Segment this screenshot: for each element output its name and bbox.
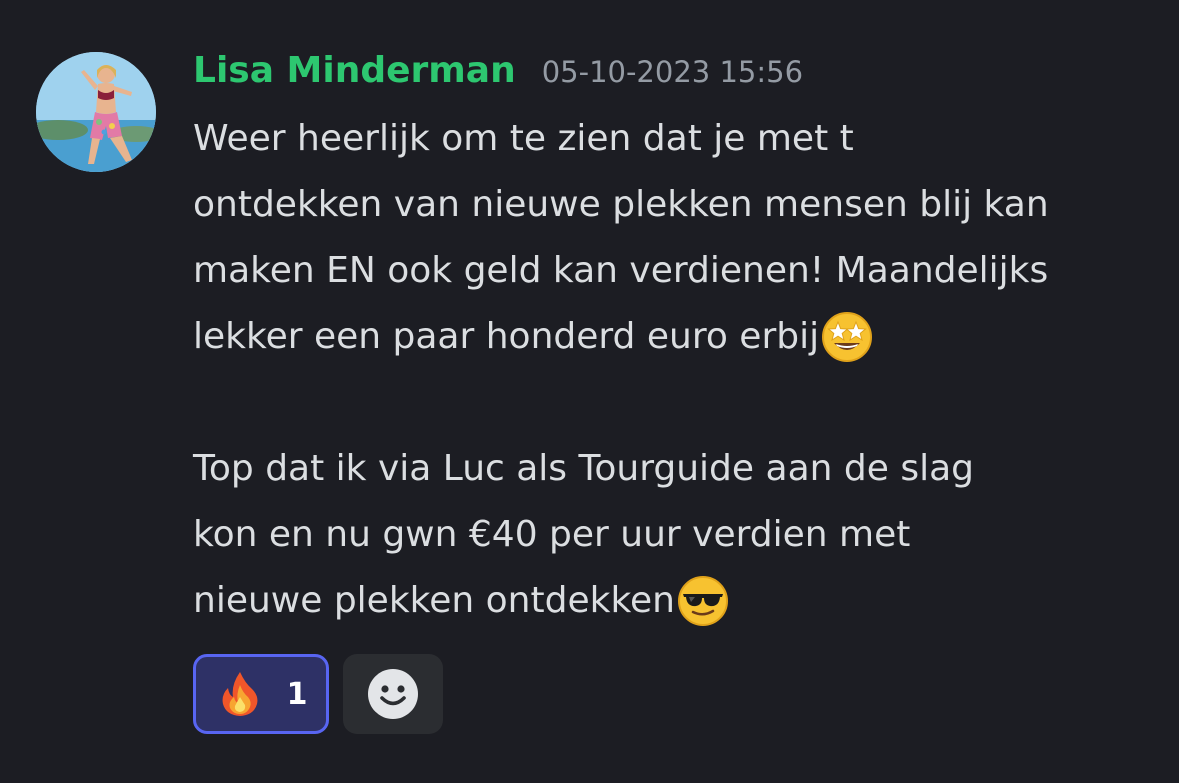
smiley-face-icon: [368, 669, 418, 719]
reaction-count: 1: [286, 676, 308, 712]
avatar-photo: [36, 52, 156, 172]
sunglasses-emoji: [677, 575, 729, 627]
message-header: Lisa Minderman 05-10-2023 15:56: [193, 50, 803, 100]
reaction-fire[interactable]: 1: [193, 654, 329, 734]
message-timestamp: 05-10-2023 15:56: [541, 55, 804, 89]
star-struck-emoji: [821, 311, 873, 363]
author-name[interactable]: Lisa Minderman: [193, 50, 516, 91]
message-line: kon en nu gwn €40 per uur verdien met: [193, 514, 911, 555]
message-line: lekker een paar honderd euro erbij: [193, 304, 1153, 370]
fire-emoji: [215, 669, 265, 719]
message-line: nieuwe plekken ontdekken: [193, 568, 1153, 634]
reactions-bar: 1: [193, 654, 443, 734]
message-line: ontdekken van nieuwe plekken mensen blij…: [193, 184, 1049, 225]
message-line: Weer heerlijk om te zien dat je met t: [193, 118, 854, 159]
message-line: Top dat ik via Luc als Tourguide aan de …: [193, 448, 974, 489]
message-content: Weer heerlijk om te zien dat je met t on…: [193, 106, 1153, 634]
message-line-blank: [193, 370, 1153, 436]
chat-message: Lisa Minderman 05-10-2023 15:56 Weer hee…: [0, 0, 1179, 783]
add-reaction-button[interactable]: [343, 654, 443, 734]
user-avatar[interactable]: [36, 52, 156, 172]
message-line: maken EN ook geld kan verdienen! Maandel…: [193, 250, 1049, 291]
